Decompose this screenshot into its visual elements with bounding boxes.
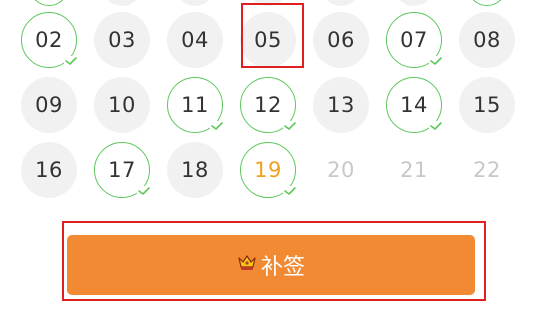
button-highlight-box [62, 221, 486, 301]
checkmark-icon [210, 121, 224, 131]
day-cell-signed[interactable]: 12 [240, 77, 297, 133]
day-cell[interactable]: 08 [459, 12, 515, 68]
day-cell[interactable]: 13 [313, 77, 369, 133]
day-label: 06 [327, 28, 355, 52]
day-cell[interactable]: 16 [21, 142, 77, 198]
checkmark-icon [137, 186, 151, 196]
day-cell-signed[interactable]: 17 [94, 142, 151, 198]
day-cell-future: 21 [386, 142, 442, 198]
sign-in-calendar: 02 03 04 05 06 07 08 09 10 11 12 13 14 1… [0, 0, 550, 314]
day-label: 09 [35, 93, 63, 117]
day-cell-today[interactable]: 19 [240, 142, 297, 198]
day-label: 19 [254, 158, 282, 182]
day-cell-signed[interactable]: 11 [167, 77, 224, 133]
day-label: 04 [181, 28, 209, 52]
day-label: 12 [254, 93, 282, 117]
checkmark-icon [429, 56, 443, 66]
previous-row-day [394, 0, 434, 6]
previous-row-day-signed [467, 0, 507, 6]
day-cell[interactable]: 06 [313, 12, 369, 68]
checkmark-icon [283, 186, 297, 196]
day-cell[interactable]: 09 [21, 77, 77, 133]
day-label: 10 [108, 93, 136, 117]
day-label: 15 [473, 93, 501, 117]
day-label: 13 [327, 93, 355, 117]
day-cell[interactable]: 10 [94, 77, 150, 133]
day-cell-signed[interactable]: 02 [21, 12, 78, 68]
day-label: 22 [473, 158, 501, 182]
day-cell-future: 22 [459, 142, 515, 198]
previous-row-day [321, 0, 361, 6]
previous-row-day [102, 0, 142, 6]
day-label: 02 [35, 28, 63, 52]
day-label: 11 [181, 93, 209, 117]
day-cell[interactable]: 03 [94, 12, 150, 68]
day-cell-future: 20 [313, 142, 369, 198]
day-label: 17 [108, 158, 136, 182]
day-label: 20 [327, 158, 355, 182]
day-label: 18 [181, 158, 209, 182]
day-label: 14 [400, 93, 428, 117]
day-label: 16 [35, 158, 63, 182]
checkmark-icon [283, 121, 297, 131]
day-label: 07 [400, 28, 428, 52]
day-cell[interactable]: 15 [459, 77, 515, 133]
day-cell-signed[interactable]: 14 [386, 77, 443, 133]
day-cell-signed[interactable]: 07 [386, 12, 443, 68]
day-label: 03 [108, 28, 136, 52]
previous-row-day [175, 0, 215, 6]
day-cell[interactable]: 18 [167, 142, 223, 198]
day-cell[interactable]: 04 [167, 12, 223, 68]
checkmark-icon [64, 56, 78, 66]
day-05-highlight-box [241, 3, 304, 68]
day-label: 21 [400, 158, 428, 182]
previous-row-day-signed [29, 0, 69, 6]
checkmark-icon [429, 121, 443, 131]
day-label: 08 [473, 28, 501, 52]
